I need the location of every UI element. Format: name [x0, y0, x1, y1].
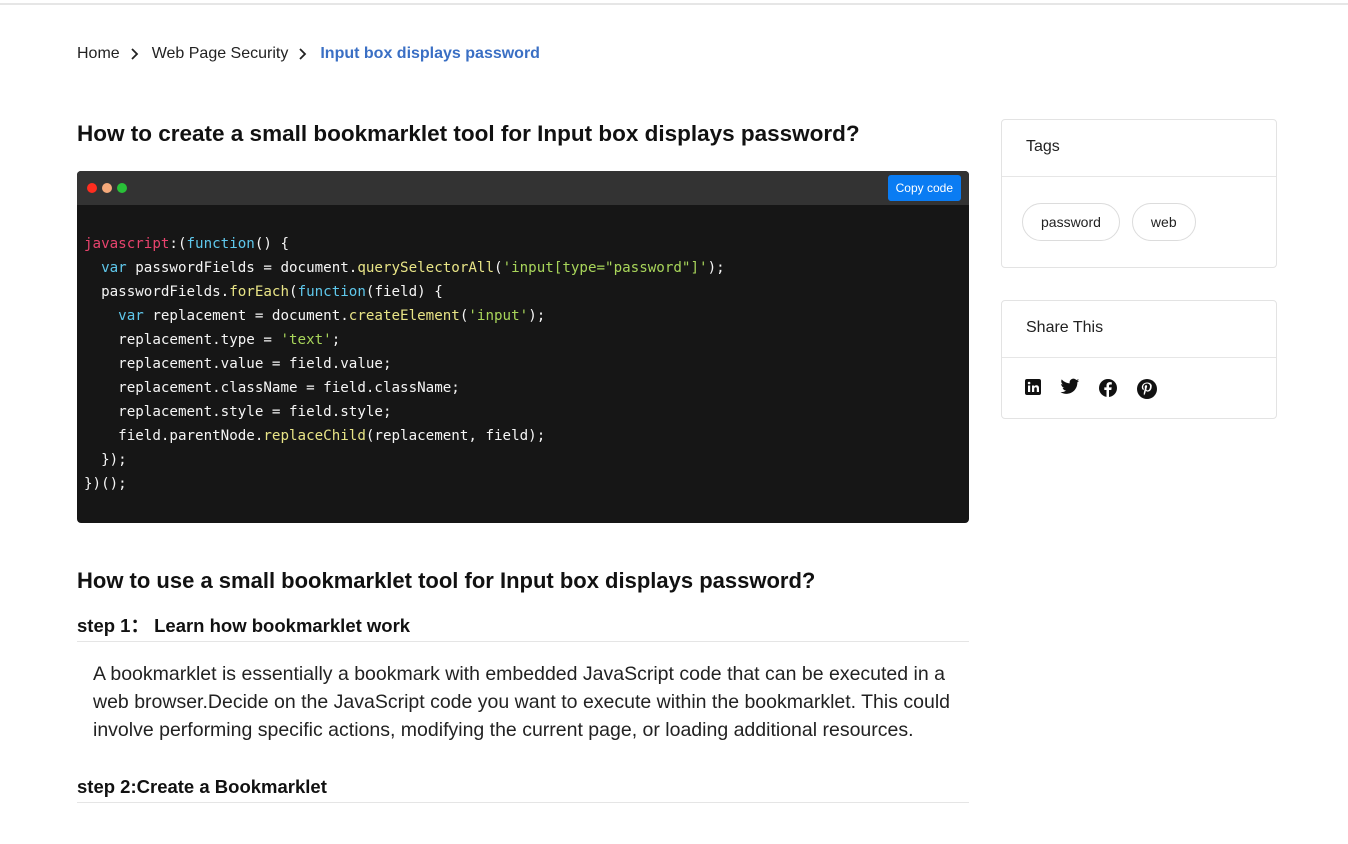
chevron-right-icon [125, 45, 147, 63]
code-block-header: Copy code [77, 171, 969, 205]
article-main: How to create a small bookmarklet tool f… [77, 118, 969, 803]
window-dot-green-icon [117, 183, 127, 193]
tags-card-title: Tags [1002, 120, 1276, 177]
copy-code-button[interactable]: Copy code [887, 175, 961, 201]
step-2-heading: step 2:Create a Bookmarklet [77, 774, 969, 803]
linkedin-icon[interactable] [1024, 378, 1042, 400]
window-dot-yellow-icon [102, 183, 112, 193]
tags-card: Tags password web [1001, 119, 1277, 268]
breadcrumb-category[interactable]: Web Page Security [152, 45, 289, 63]
twitter-icon[interactable] [1060, 378, 1080, 400]
pinterest-icon[interactable] [1136, 378, 1158, 400]
share-card-title: Share This [1002, 301, 1276, 358]
chevron-right-icon [293, 45, 315, 63]
step-1-body: A bookmarklet is essentially a bookmark … [93, 663, 951, 741]
tag-password[interactable]: password [1022, 203, 1120, 241]
tag-list: password web [1002, 177, 1276, 241]
breadcrumb: Home Web Page Security Input box display… [77, 45, 540, 63]
share-icon-row [1002, 358, 1276, 400]
facebook-icon[interactable] [1098, 378, 1118, 400]
step-1-heading: step 1： Learn how bookmarklet work [77, 613, 969, 642]
code-block: Copy code javascript:(function() { var p… [77, 171, 969, 523]
code-content[interactable]: javascript:(function() { var passwordFie… [77, 205, 969, 496]
breadcrumb-home[interactable]: Home [77, 45, 120, 63]
window-dot-red-icon [87, 183, 97, 193]
tag-web[interactable]: web [1131, 203, 1196, 241]
usage-heading: How to use a small bookmarklet tool for … [77, 568, 816, 593]
share-card: Share This [1001, 300, 1277, 419]
page-title: How to create a small bookmarklet tool f… [77, 121, 860, 146]
top-divider [0, 3, 1348, 5]
breadcrumb-current[interactable]: Input box displays password [320, 45, 540, 63]
